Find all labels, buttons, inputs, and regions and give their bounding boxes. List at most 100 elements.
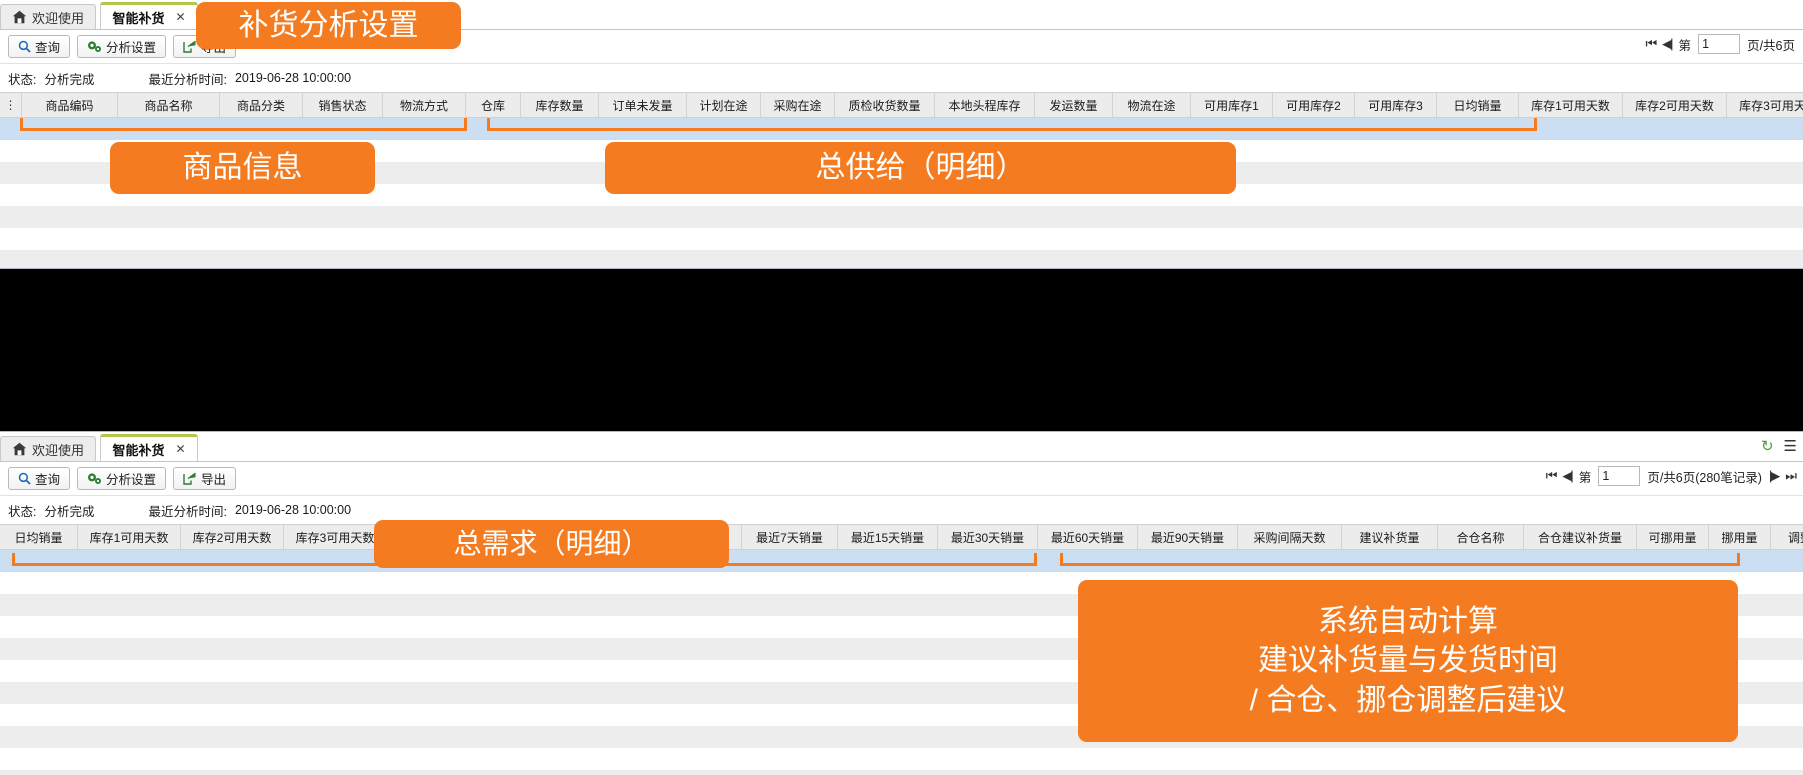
table-row[interactable] [0, 748, 1803, 770]
column-header[interactable]: 库存数量 [521, 93, 599, 117]
column-header[interactable]: 库存2可用天数 [1623, 93, 1727, 117]
column-header[interactable]: 可挪用量 [1637, 525, 1709, 549]
tab-welcome-label: 欢迎使用 [32, 10, 85, 26]
tab-welcome-label: 欢迎使用 [32, 442, 85, 458]
column-header[interactable]: 日均销量 [0, 525, 78, 549]
last-page-button[interactable]: ⏭ [1785, 468, 1797, 484]
query-button[interactable]: 查询 [8, 467, 71, 490]
bracket-product-info [20, 118, 467, 131]
column-header[interactable]: 商品编码 [22, 93, 118, 117]
column-header-label: 仓库 [480, 98, 505, 113]
column-header[interactable]: 库存2可用天数 [181, 525, 284, 549]
column-header-label: 采购间隔天数 [1253, 530, 1326, 545]
prev-page-button[interactable]: ◀| [1662, 36, 1673, 52]
column-header[interactable]: 可用库存1 [1191, 93, 1273, 117]
column-header[interactable]: 仓库 [466, 93, 521, 117]
column-header[interactable]: 库存1可用天数 [1519, 93, 1623, 117]
close-icon[interactable]: ✕ [175, 10, 185, 24]
column-header-label: 可用库存1 [1204, 98, 1259, 113]
column-header-label: 可用库存3 [1368, 98, 1423, 113]
close-icon[interactable]: ✕ [175, 442, 185, 456]
column-header[interactable]: 调整后建议补货量 [1771, 525, 1803, 549]
callout-total-supply: 总供给（明细） [605, 142, 1236, 194]
callout-auto-calc-line3: / 合仓、挪仓调整后建议 [1249, 683, 1567, 717]
query-button[interactable]: 查询 [8, 35, 71, 58]
column-header[interactable]: 合仓建议补货量 [1524, 525, 1637, 549]
column-header[interactable]: 最近90天销量 [1138, 525, 1238, 549]
first-page-button[interactable]: ⏮ [1546, 468, 1558, 484]
column-header[interactable]: 最近60天销量 [1038, 525, 1138, 549]
callout-total-demand: 总需求（明细） [374, 520, 729, 568]
refresh-icon[interactable]: ↻ [1761, 437, 1774, 455]
analysis-settings-button-label: 分析设置 [106, 473, 157, 487]
column-header[interactable]: 最近15天销量 [838, 525, 938, 549]
column-header[interactable]: 发运数量 [1035, 93, 1113, 117]
query-button-label: 查询 [35, 473, 61, 487]
column-header[interactable]: 日均销量 [1437, 93, 1519, 117]
column-header[interactable]: 合仓名称 [1438, 525, 1524, 549]
grid-header-top: ⋮ 商品编码 商品名称 商品分类 销售状态 物流方式 仓库 库存数量 订单未发量 计划在途 采购在… [0, 92, 1803, 118]
page-number-input[interactable] [1698, 34, 1741, 54]
export-button[interactable]: 导出 [173, 467, 237, 490]
tab-smart-replenish[interactable]: 智能补货 ✕ [100, 2, 198, 29]
column-header[interactable]: 最近30天销量 [938, 525, 1038, 549]
home-icon [12, 442, 27, 456]
table-row[interactable] [0, 206, 1803, 228]
column-header-label: 计划在途 [699, 98, 748, 113]
tab-strip-bottom: 欢迎使用 智能补货 ✕ ↻ ☰ [0, 432, 1803, 462]
column-header[interactable]: 最近7天销量 [742, 525, 838, 549]
bracket-total-supply [487, 118, 1537, 131]
first-page-button[interactable]: ⏮ [1645, 36, 1657, 52]
callout-auto-calc: 系统自动计算 建议补货量与发货时间 / 合仓、挪仓调整后建议 [1078, 580, 1738, 742]
column-header[interactable]: 物流在途 [1113, 93, 1191, 117]
column-header[interactable]: 采购间隔天数 [1238, 525, 1342, 549]
last-analysis-time-value: 2019-06-28 10:00:00 [234, 503, 352, 517]
column-header[interactable]: 商品分类 [220, 93, 303, 117]
column-header[interactable]: 订单未发量 [599, 93, 687, 117]
last-analysis-time-value: 2019-06-28 10:00:00 [234, 71, 352, 85]
column-header-label: 订单未发量 [612, 98, 673, 113]
column-header-label: 商品名称 [144, 98, 193, 113]
export-icon [183, 40, 197, 53]
column-header[interactable]: 可用库存2 [1273, 93, 1355, 117]
column-header[interactable]: 库存3可用天数 [284, 525, 387, 549]
drag-handle-icon[interactable]: ⋮ [0, 93, 22, 117]
prev-page-button[interactable]: ◀| [1562, 468, 1573, 484]
table-row[interactable] [0, 770, 1803, 775]
gears-icon [87, 40, 102, 53]
last-analysis-time-label: 最近分析时间: [148, 72, 227, 87]
separator-top-line [0, 268, 1803, 269]
column-header[interactable]: 库存3可用天数 [1727, 93, 1803, 117]
tab-smart-replenish-bottom[interactable]: 智能补货 ✕ [100, 434, 198, 461]
query-button-label: 查询 [35, 41, 61, 55]
column-header[interactable]: 本地头程库存 [935, 93, 1035, 117]
grid-header-bottom: 日均销量库存1可用天数库存2可用天数库存3可用天数采购周期物流周期仓库周转周期安… [0, 524, 1803, 550]
column-header[interactable]: 可用库存3 [1355, 93, 1437, 117]
column-header[interactable]: 销售状态 [303, 93, 383, 117]
next-page-button[interactable]: |▶ [1769, 468, 1780, 484]
page-number-input[interactable] [1598, 466, 1641, 486]
column-header-label: 最近15天销量 [850, 530, 925, 545]
toolbar-bottom: 查询 分析设置 导出 ⏮ ◀| 第 1 页/共6页(280笔记录) |▶ ⏭ [0, 462, 1803, 496]
tab-welcome-bottom[interactable]: 欢迎使用 [0, 436, 97, 461]
column-header[interactable]: 计划在途 [687, 93, 761, 117]
column-header[interactable]: 商品名称 [118, 93, 220, 117]
column-header[interactable]: 质检收货数量 [835, 93, 935, 117]
column-header[interactable]: 采购在途 [761, 93, 835, 117]
column-header[interactable]: 库存1可用天数 [78, 525, 181, 549]
column-header-label: 挪用量 [1721, 530, 1758, 545]
column-header-label: 库存2可用天数 [192, 530, 272, 545]
pagination-bottom: ⏮ ◀| 第 页/共6页(280笔记录) |▶ ⏭ [1546, 466, 1797, 486]
hamburger-menu-icon[interactable]: ☰ [1784, 437, 1797, 455]
table-row[interactable] [0, 228, 1803, 250]
tab-welcome[interactable]: 欢迎使用 [0, 4, 97, 29]
callout-product-info: 商品信息 [110, 142, 375, 194]
column-header-label: 物流方式 [399, 98, 448, 113]
column-header[interactable]: 物流方式 [383, 93, 466, 117]
column-header[interactable]: 建议补货量 [1342, 525, 1438, 549]
column-header[interactable]: 挪用量 [1709, 525, 1771, 549]
analysis-settings-button[interactable]: 分析设置 [77, 35, 167, 58]
analysis-settings-button[interactable]: 分析设置 [77, 467, 167, 490]
search-icon [18, 472, 31, 485]
status-value: 分析完成 [44, 72, 95, 87]
